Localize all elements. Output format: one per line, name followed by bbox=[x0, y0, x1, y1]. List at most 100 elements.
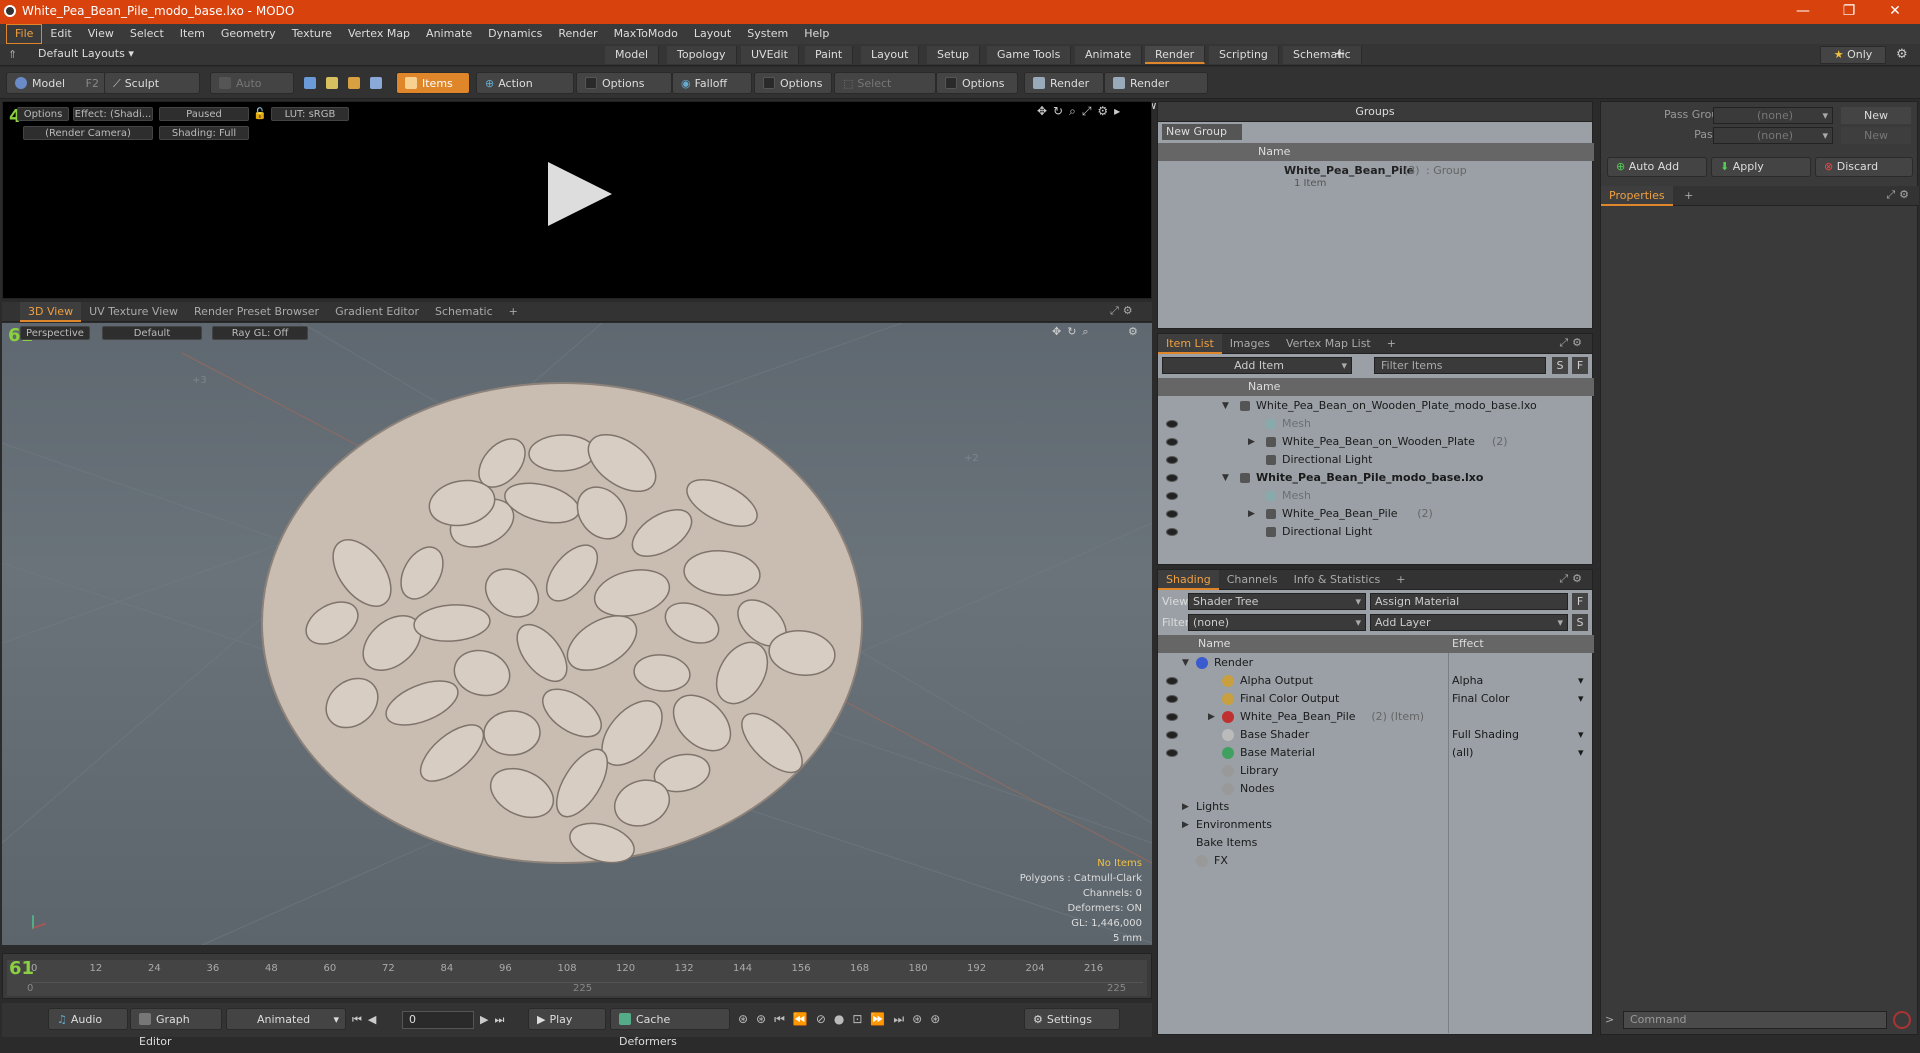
audio-button[interactable]: ♫ Audio bbox=[48, 1008, 128, 1030]
materials-icon[interactable] bbox=[370, 77, 382, 89]
vertices-icon[interactable] bbox=[304, 77, 316, 89]
effect-value[interactable]: Final Color bbox=[1452, 690, 1510, 708]
effect-value[interactable]: Full Shading bbox=[1452, 726, 1519, 744]
pass-groups-new-button[interactable]: New bbox=[1841, 107, 1911, 124]
expander-icon[interactable]: ▶ bbox=[1182, 798, 1189, 816]
view-dropdown[interactable]: Shader Tree bbox=[1188, 593, 1366, 610]
discard-button[interactable]: ⊗ Discard bbox=[1815, 157, 1913, 177]
menu-layout[interactable]: Layout bbox=[686, 24, 739, 44]
menu-vertex-map[interactable]: Vertex Map bbox=[340, 24, 418, 44]
default-dropdown[interactable]: Default bbox=[102, 326, 202, 340]
list-item[interactable]: ▼ White_Pea_Bean_on_Wooden_Plate_modo_bas… bbox=[1158, 397, 1594, 415]
play-icon[interactable] bbox=[548, 162, 612, 226]
shader-row[interactable]: Alpha Output Alpha ▾ bbox=[1158, 672, 1594, 690]
shader-row[interactable]: Base Material (all) ▾ bbox=[1158, 744, 1594, 762]
expander-icon[interactable]: ▶ bbox=[1208, 708, 1215, 726]
transport-back-icons[interactable]: ⏮◀ bbox=[352, 1013, 382, 1027]
only-toggle[interactable]: ★ Only bbox=[1820, 46, 1886, 64]
lut-dropdown[interactable]: LUT: sRGB bbox=[271, 107, 349, 121]
timeline-ruler[interactable]: 0 12 24 36 48 60 72 84 96 108 120 132 144 156 168 180 19… bbox=[7, 960, 1147, 996]
expander-icon[interactable]: ▶ bbox=[1182, 816, 1189, 834]
menu-help[interactable]: Help bbox=[796, 24, 837, 44]
menu-file[interactable]: File bbox=[6, 24, 43, 44]
expander-icon[interactable]: ▶ bbox=[1248, 433, 1255, 451]
play-button[interactable]: ▶ Play bbox=[528, 1008, 606, 1030]
tab-shading[interactable]: Shading bbox=[1158, 570, 1219, 590]
render-window-button[interactable]: Render Window bbox=[1104, 72, 1208, 112]
menu-system[interactable]: System bbox=[739, 24, 796, 44]
visibility-eye-icon[interactable] bbox=[1166, 528, 1178, 536]
layout-tab-uvedit[interactable]: UVEdit bbox=[741, 46, 799, 64]
effect-dropdown[interactable]: Effect: (Shadi... bbox=[73, 107, 153, 121]
pass-groups-dropdown[interactable]: (none) bbox=[1713, 107, 1833, 124]
shading-f-button[interactable]: F bbox=[1572, 593, 1588, 610]
menu-render[interactable]: Render bbox=[550, 24, 605, 44]
sculpt-mode-button[interactable]: ⟋ Sculpt bbox=[104, 72, 200, 94]
list-item[interactable]: Mesh bbox=[1158, 415, 1594, 433]
shader-row[interactable]: ▶ White_Pea_Bean_Pile (2) (Item) bbox=[1158, 708, 1594, 726]
layout-tab-animate[interactable]: Animate bbox=[1075, 46, 1143, 64]
tab-render-preset-browser[interactable]: Render Preset Browser bbox=[186, 302, 327, 322]
layout-tab-topology[interactable]: Topology bbox=[667, 46, 737, 64]
shader-row[interactable]: Bake Items bbox=[1158, 834, 1594, 852]
cache-deformers-button[interactable]: Cache Deformers bbox=[610, 1008, 730, 1048]
visibility-eye-icon[interactable] bbox=[1166, 456, 1178, 464]
apply-button[interactable]: ⬇ Apply bbox=[1711, 157, 1811, 177]
menu-texture[interactable]: Texture bbox=[284, 24, 340, 44]
f-button[interactable]: F bbox=[1572, 357, 1588, 374]
falloff-button[interactable]: ◉ Falloff bbox=[672, 72, 752, 94]
list-item[interactable]: ▼ White_Pea_Bean_Pile_modo_base.lxo bbox=[1158, 469, 1594, 487]
effect-value[interactable]: Alpha bbox=[1452, 672, 1483, 690]
add-item-dropdown[interactable]: Add Item bbox=[1162, 357, 1352, 374]
visibility-eye-icon[interactable] bbox=[1166, 420, 1178, 428]
visibility-eye-icon[interactable] bbox=[1166, 438, 1178, 446]
visibility-eye-icon[interactable] bbox=[1166, 677, 1178, 685]
preview-nav-icons[interactable]: ✥↻⌕⤢⚙▸ bbox=[1037, 104, 1126, 119]
layout-tab-layout[interactable]: Layout bbox=[861, 46, 920, 64]
tab-item-list[interactable]: Item List bbox=[1158, 334, 1222, 354]
tab-images[interactable]: Images bbox=[1222, 334, 1278, 354]
add-layer-dropdown[interactable]: Add Layer bbox=[1370, 614, 1568, 631]
visibility-eye-icon[interactable] bbox=[1166, 492, 1178, 500]
filter-items-input[interactable]: Filter Items bbox=[1374, 357, 1546, 374]
item-list-options-icons[interactable]: ⤢⚙ bbox=[1559, 336, 1586, 350]
filter-dropdown[interactable]: (none) bbox=[1188, 614, 1366, 631]
s-button[interactable]: S bbox=[1552, 357, 1568, 374]
tab-3d-view[interactable]: 3D View bbox=[20, 302, 82, 322]
expander-icon[interactable]: ▶ bbox=[1248, 505, 1255, 523]
effect-dropdown-icon[interactable]: ▾ bbox=[1578, 726, 1584, 744]
action-center-button[interactable]: ⊕Action Center bbox=[476, 72, 574, 112]
raygl-dropdown[interactable]: Ray GL: Off bbox=[212, 326, 308, 340]
tab-channels[interactable]: Channels bbox=[1219, 570, 1286, 590]
visibility-eye-icon[interactable] bbox=[1166, 695, 1178, 703]
auto-select-button[interactable]: Auto Select bbox=[210, 72, 294, 112]
minimize-button[interactable]: — bbox=[1780, 0, 1826, 24]
tab-uv-texture-view[interactable]: UV Texture View bbox=[81, 302, 186, 322]
visibility-eye-icon[interactable] bbox=[1166, 731, 1178, 739]
tab-schematic[interactable]: Schematic bbox=[427, 302, 501, 322]
shading-dropdown[interactable]: Shading: Full bbox=[159, 126, 249, 140]
viewport-options-icons[interactable]: ⤢⚙ bbox=[1110, 304, 1137, 318]
render-button[interactable]: Render F9 bbox=[1024, 72, 1104, 112]
collapse-icon[interactable]: ⇑ bbox=[8, 48, 20, 61]
close-button[interactable]: ✕ bbox=[1872, 0, 1918, 24]
add-viewport-tab-button[interactable]: + bbox=[501, 302, 526, 322]
transport-forward-icons[interactable]: ▶⏭ bbox=[480, 1013, 510, 1027]
passes-dropdown[interactable]: (none) bbox=[1713, 127, 1833, 144]
expander-icon[interactable]: ▼ bbox=[1182, 654, 1189, 672]
falloff-options-button[interactable]: Options bbox=[754, 72, 832, 94]
layout-tab-model[interactable]: Model bbox=[605, 46, 660, 64]
layout-tab-paint[interactable]: Paint bbox=[805, 46, 854, 64]
frame-input[interactable]: 0 bbox=[402, 1011, 474, 1029]
shader-row[interactable]: Library bbox=[1158, 762, 1594, 780]
visibility-eye-icon[interactable] bbox=[1166, 713, 1178, 721]
list-item[interactable]: Mesh bbox=[1158, 487, 1594, 505]
tab-add-button[interactable]: + bbox=[1388, 570, 1413, 590]
layout-preset-dropdown[interactable]: Default Layouts ▾ bbox=[38, 47, 134, 60]
model-mode-button[interactable]: Model F2 bbox=[6, 72, 106, 94]
visibility-eye-icon[interactable] bbox=[1166, 474, 1178, 482]
properties-options-icons[interactable]: ⤢⚙ bbox=[1886, 188, 1913, 202]
menu-select[interactable]: Select bbox=[122, 24, 172, 44]
menu-maxtomodo[interactable]: MaxToModo bbox=[606, 24, 686, 44]
shader-row[interactable]: Base Shader Full Shading ▾ bbox=[1158, 726, 1594, 744]
